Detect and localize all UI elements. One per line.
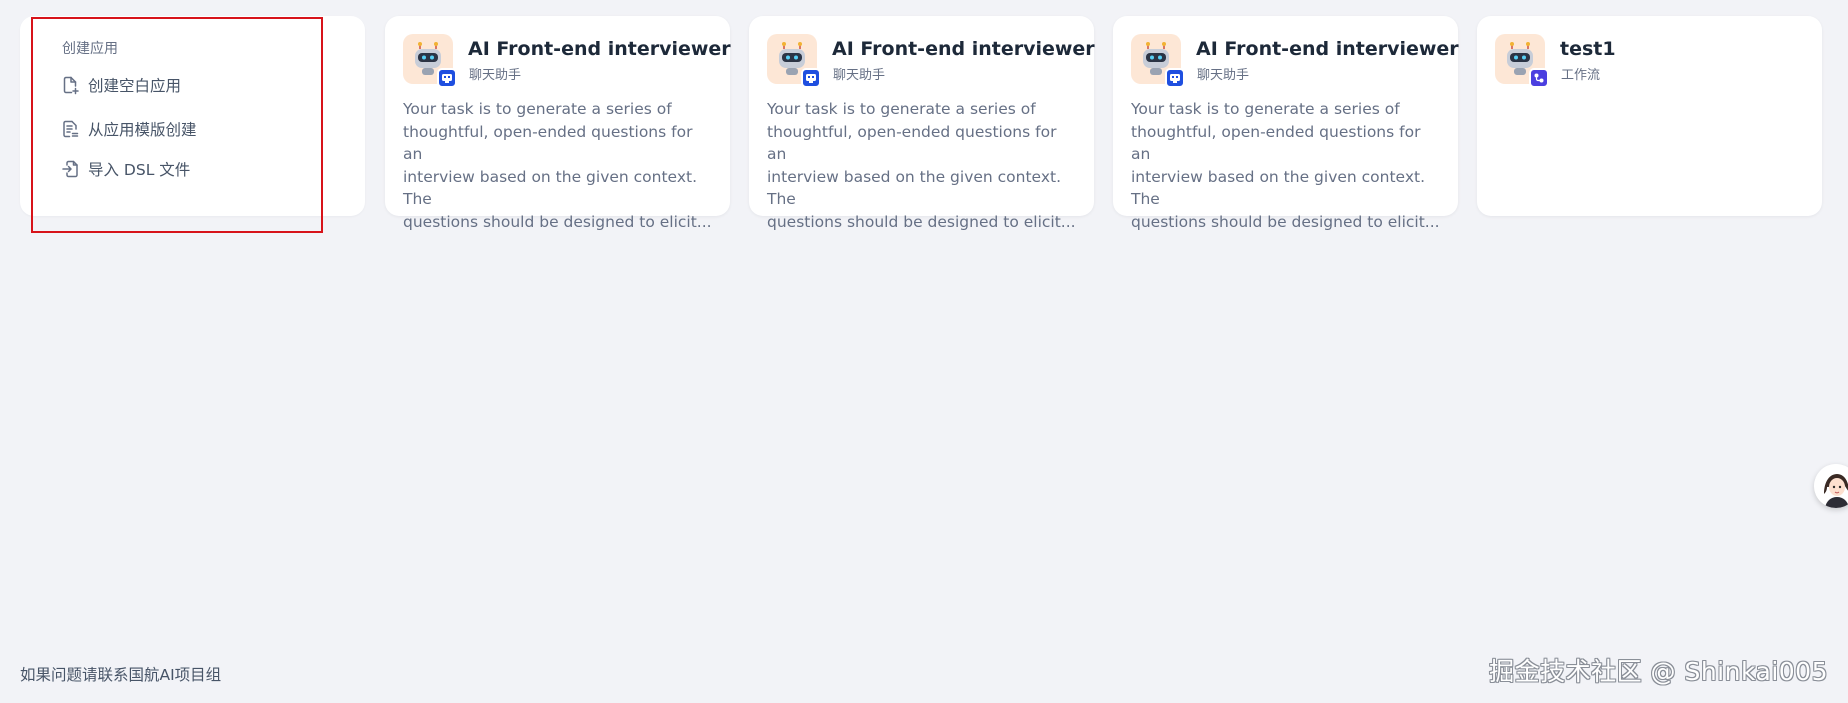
app-icon — [1131, 34, 1185, 88]
app-type: 工作流 — [1561, 68, 1601, 83]
file-text-icon — [60, 119, 80, 139]
app-card[interactable]: AI Front-end interviewer 聊天助手 Your task … — [385, 16, 731, 231]
workflow-badge-icon — [1529, 68, 1549, 88]
import-dsl-label: 导入 DSL 文件 — [88, 161, 191, 179]
app-name: test1 — [1560, 38, 1616, 60]
app-card[interactable]: AI Front-end interviewer 聊天助手 Your task … — [1113, 16, 1459, 231]
app-type: 聊天助手 — [833, 68, 886, 83]
app-type: 聊天助手 — [469, 68, 522, 83]
create-blank-app-label: 创建空白应用 — [88, 77, 182, 95]
watermark: 掘金技术社区 @ Shinkai005 — [1489, 657, 1828, 686]
chat-badge-icon — [801, 68, 821, 88]
app-icon — [1495, 34, 1549, 88]
app-card[interactable]: AI Front-end interviewer 聊天助手 Your task … — [749, 16, 1095, 231]
create-blank-app-option[interactable]: 创建空白应用 — [60, 72, 189, 98]
file-import-icon — [60, 159, 80, 179]
chat-badge-icon — [437, 68, 457, 88]
app-card[interactable]: test1 工作流 — [1477, 16, 1822, 216]
app-description: Your task is to generate a series of tho… — [1131, 100, 1440, 231]
app-type: 聊天助手 — [1197, 68, 1250, 83]
app-icon — [767, 34, 821, 88]
import-dsl-option[interactable]: 导入 DSL 文件 — [60, 156, 198, 182]
create-from-template-option[interactable]: 从应用模版创建 — [60, 116, 205, 142]
footer-contact-note: 如果问题请联系国航AI项目组 — [20, 666, 222, 684]
app-name: AI Front-end interviewer — [832, 38, 1095, 60]
app-name: AI Front-end interviewer — [468, 38, 731, 60]
app-name: AI Front-end interviewer — [1196, 38, 1459, 60]
chat-badge-icon — [1165, 68, 1185, 88]
create-app-title: 创建应用 — [62, 41, 118, 57]
app-description: Your task is to generate a series of tho… — [403, 100, 712, 231]
create-from-template-label: 从应用模版创建 — [88, 121, 197, 139]
app-description: Your task is to generate a series of tho… — [767, 100, 1076, 231]
file-plus-icon — [60, 75, 80, 95]
assistant-avatar[interactable] — [1814, 464, 1848, 508]
app-icon — [403, 34, 457, 88]
